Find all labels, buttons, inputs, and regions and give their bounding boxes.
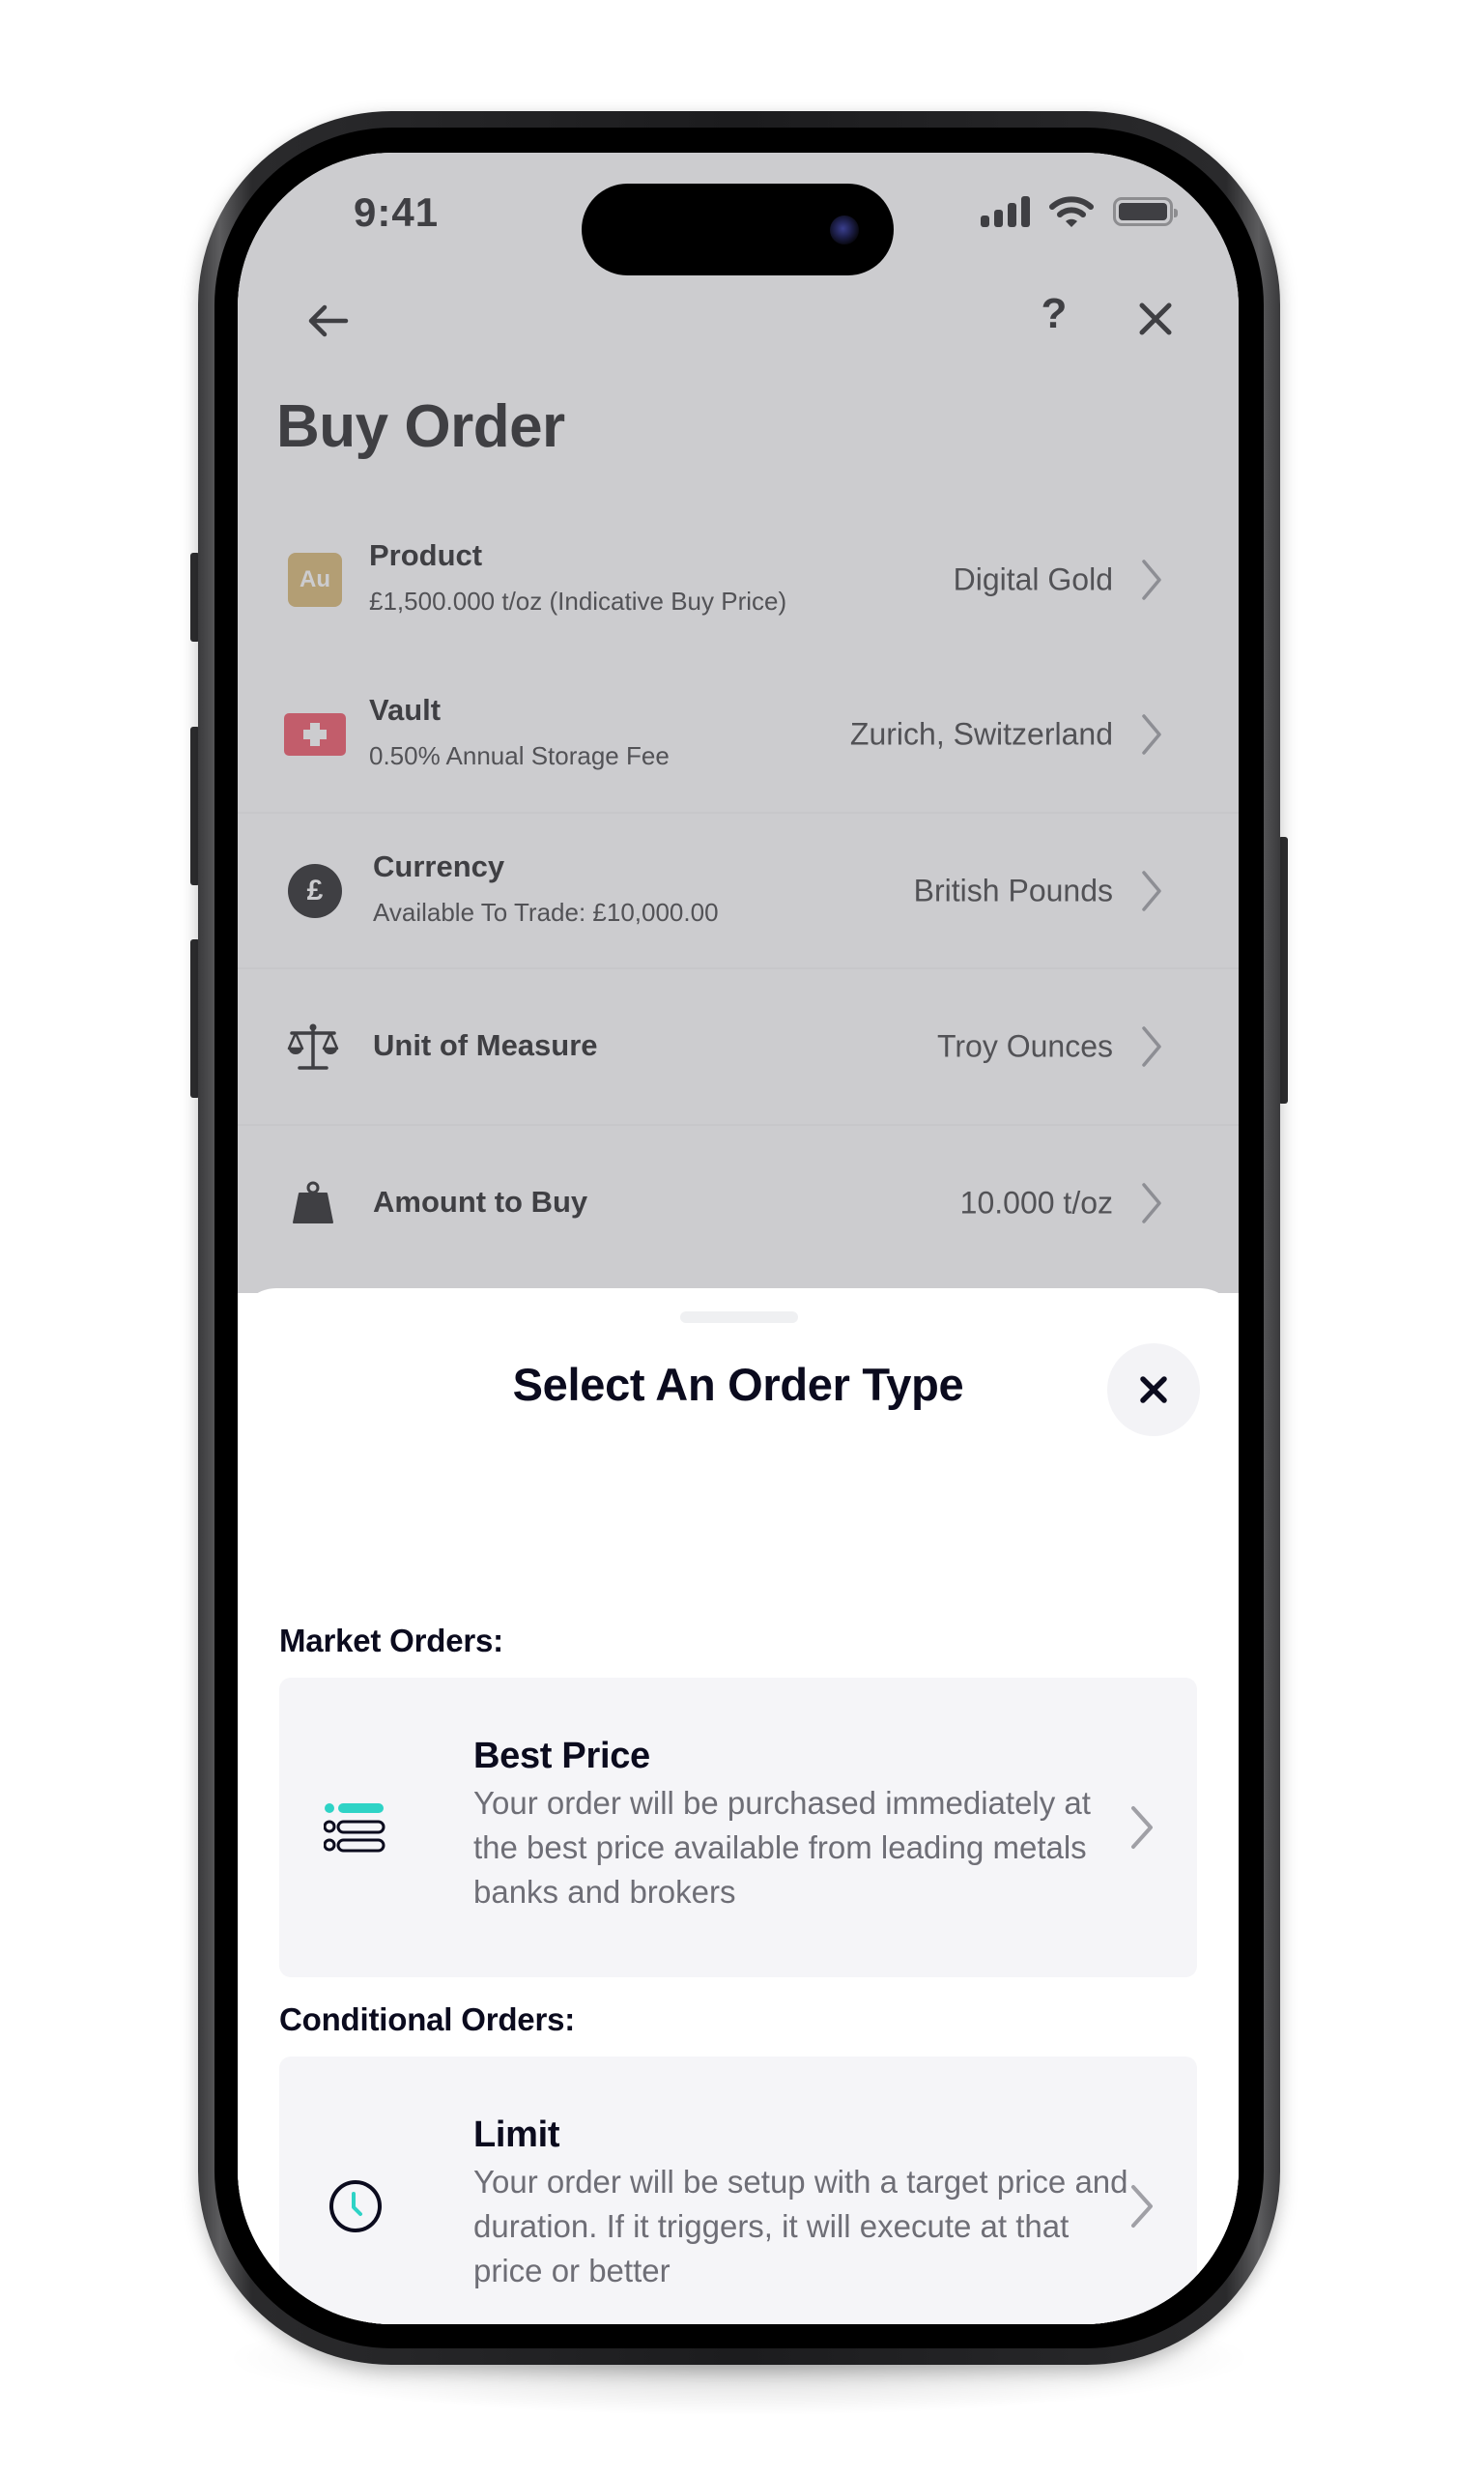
chevron-right-icon <box>1131 1806 1153 1849</box>
status-time: 9:41 <box>354 189 440 235</box>
row-value: British Pounds <box>913 873 1113 908</box>
option-best-price[interactable]: Best Price Your order will be purchased … <box>279 1678 1197 1977</box>
option-description: Your order will be setup with a target p… <box>473 2164 1128 2288</box>
chevron-right-icon <box>1142 1026 1161 1067</box>
row-title: Product <box>369 538 483 572</box>
front-camera <box>830 216 859 245</box>
sheet-drag-handle[interactable] <box>680 1311 798 1323</box>
phone-screen: 9:41 ? Buy Order Au Product £1,500.000 t… <box>238 153 1239 2324</box>
order-type-sheet: Select An Order Type Market Orders: Best… <box>238 1288 1239 2324</box>
row-title: Vault <box>369 693 442 727</box>
arrow-left-icon[interactable] <box>298 296 356 346</box>
option-title: Limit <box>473 2114 560 2155</box>
row-title: Amount to Buy <box>373 1185 588 1219</box>
dynamic-island <box>582 184 894 275</box>
chevron-right-icon <box>1131 2185 1153 2228</box>
close-icon <box>1140 1376 1167 1403</box>
swiss-flag-icon <box>284 713 346 756</box>
chevron-right-icon <box>1142 560 1161 600</box>
sheet-title: Select An Order Type <box>512 1359 964 1410</box>
row-value: Zurich, Switzerland <box>849 716 1113 752</box>
row-unit-of-measure[interactable]: Unit of Measure Troy Ounces <box>276 974 1200 1119</box>
pound-coin-icon: £ <box>288 864 342 918</box>
section-label-conditional-orders: Conditional Orders: <box>279 2001 576 2037</box>
help-button[interactable]: ? <box>1030 290 1078 338</box>
sheet-close-button[interactable] <box>1107 1343 1200 1436</box>
option-limit[interactable]: Limit Your order will be setup with a ta… <box>279 2057 1197 2324</box>
row-vault[interactable]: Vault 0.50% Annual Storage Fee Zurich, S… <box>276 662 1200 807</box>
row-subtitle: 0.50% Annual Storage Fee <box>369 741 670 770</box>
chevron-right-icon <box>1142 871 1161 911</box>
row-subtitle: Available To Trade: £10,000.00 <box>373 898 719 927</box>
wifi-icon <box>1049 196 1094 227</box>
row-value: Troy Ounces <box>937 1028 1113 1064</box>
close-icon[interactable] <box>1132 296 1179 342</box>
option-description: Your order will be purchased immediately… <box>473 1785 1091 1910</box>
page-title: Buy Order <box>276 393 565 460</box>
row-value: Digital Gold <box>953 561 1113 597</box>
row-product[interactable]: Au Product £1,500.000 t/oz (Indicative B… <box>276 507 1200 652</box>
chevron-right-icon <box>1142 714 1161 755</box>
row-subtitle: £1,500.000 t/oz (Indicative Buy Price) <box>369 587 787 616</box>
divider <box>238 967 1239 969</box>
cellular-signal-icon <box>981 196 1030 227</box>
list-options-icon <box>324 1803 385 1853</box>
row-currency[interactable]: £ Currency Available To Trade: £10,000.0… <box>276 819 1200 964</box>
status-icons <box>981 195 1178 228</box>
chevron-right-icon <box>1142 1183 1161 1223</box>
row-value: 10.000 t/oz <box>959 1185 1113 1221</box>
section-label-market-orders: Market Orders: <box>279 1623 503 1658</box>
battery-icon <box>1113 197 1178 226</box>
option-title: Best Price <box>473 1736 650 1776</box>
row-title: Currency <box>373 849 505 883</box>
weight-icon <box>293 1181 333 1223</box>
clock-icon <box>329 2180 382 2232</box>
battery-level <box>1119 203 1167 220</box>
divider <box>238 1124 1239 1126</box>
scales-icon <box>287 1023 339 1070</box>
divider <box>238 812 1239 814</box>
gold-au-badge-icon: Au <box>288 553 342 607</box>
row-title: Unit of Measure <box>373 1028 598 1062</box>
row-amount-to-buy[interactable]: Amount to Buy 10.000 t/oz <box>276 1131 1200 1276</box>
